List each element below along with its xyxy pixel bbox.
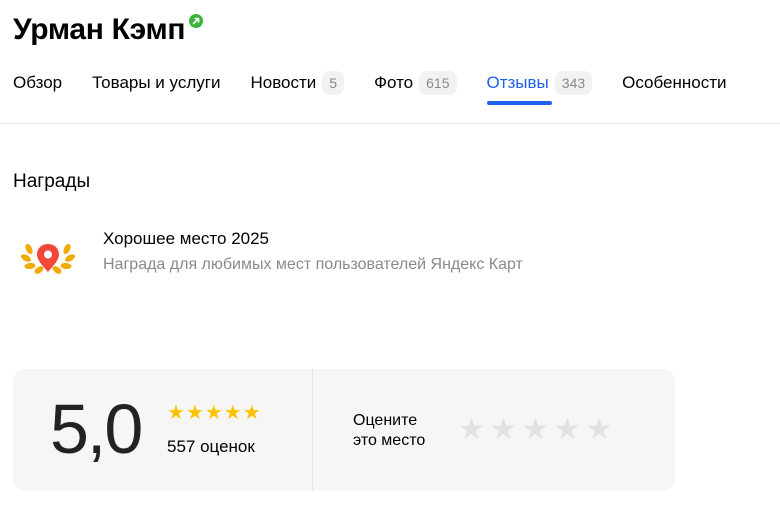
tab-overview[interactable]: Обзор <box>13 66 62 100</box>
tab-label: Новости <box>250 73 317 92</box>
rate-star-2-icon[interactable]: ★ <box>490 415 517 445</box>
rating-stars: ★ ★ ★ ★ ★ <box>167 403 262 423</box>
rate-star-1-icon[interactable]: ★ <box>458 415 485 445</box>
tab-goods-services[interactable]: Товары и услуги <box>92 66 220 100</box>
star-filled-icon: ★ <box>223 402 242 424</box>
tab-news[interactable]: Новости 5 <box>250 66 345 100</box>
rating-value: 5,0 <box>50 390 143 468</box>
tab-features[interactable]: Особенности <box>622 66 726 100</box>
rating-card: 5,0 ★ ★ ★ ★ ★ 557 оценок Оцените это мес… <box>13 369 675 491</box>
tab-label: Фото <box>374 73 414 92</box>
rate-prompt-line1: Оцените <box>353 412 418 429</box>
tab-count-badge: 5 <box>322 71 345 95</box>
tab-label: Товары и услуги <box>92 73 221 92</box>
star-filled-icon: ★ <box>167 402 185 424</box>
rate-star-4-icon[interactable]: ★ <box>554 415 581 445</box>
tab-reviews[interactable]: Отзывы 343 <box>486 66 593 105</box>
award-description: Награда для любимых мест пользователей Я… <box>103 256 523 273</box>
title-row: Урман Кэмп <box>13 10 204 50</box>
award-item: Хорошее место 2025 Награда для любимых м… <box>20 229 523 285</box>
star-filled-icon: ★ <box>185 402 204 424</box>
rate-prompt-line2: это место <box>353 432 426 449</box>
award-text: Хорошее место 2025 Награда для любимых м… <box>103 229 523 275</box>
awards-section-title: Награды <box>13 171 91 192</box>
star-filled-icon: ★ <box>204 402 223 424</box>
tab-count-badge: 343 <box>554 71 593 95</box>
page-title: Урман Кэмп <box>13 13 186 46</box>
tab-bar: Обзор Товары и услуги Новости 5 Фото 615 О… <box>13 66 757 105</box>
tab-label: Обзор <box>13 73 63 92</box>
award-name: Хорошее место 2025 <box>103 229 270 248</box>
header-divider <box>0 123 780 124</box>
verified-icon <box>189 14 204 28</box>
rate-prompt: Оцените это место <box>353 411 425 451</box>
rating-card-separator <box>312 369 313 491</box>
award-laurel-pin-icon <box>21 243 75 274</box>
rate-star-3-icon[interactable]: ★ <box>522 415 549 445</box>
tab-photos[interactable]: Фото 615 <box>374 66 457 100</box>
rate-stars: ★ ★ ★ ★ ★ <box>458 415 618 445</box>
star-filled-icon: ★ <box>242 402 261 424</box>
rate-star-5-icon[interactable]: ★ <box>586 415 613 445</box>
tab-count-badge: 615 <box>419 71 457 95</box>
rating-count: 557 оценок <box>167 437 255 456</box>
tab-label: Отзывы <box>486 73 549 92</box>
tab-label: Особенности <box>622 73 727 92</box>
